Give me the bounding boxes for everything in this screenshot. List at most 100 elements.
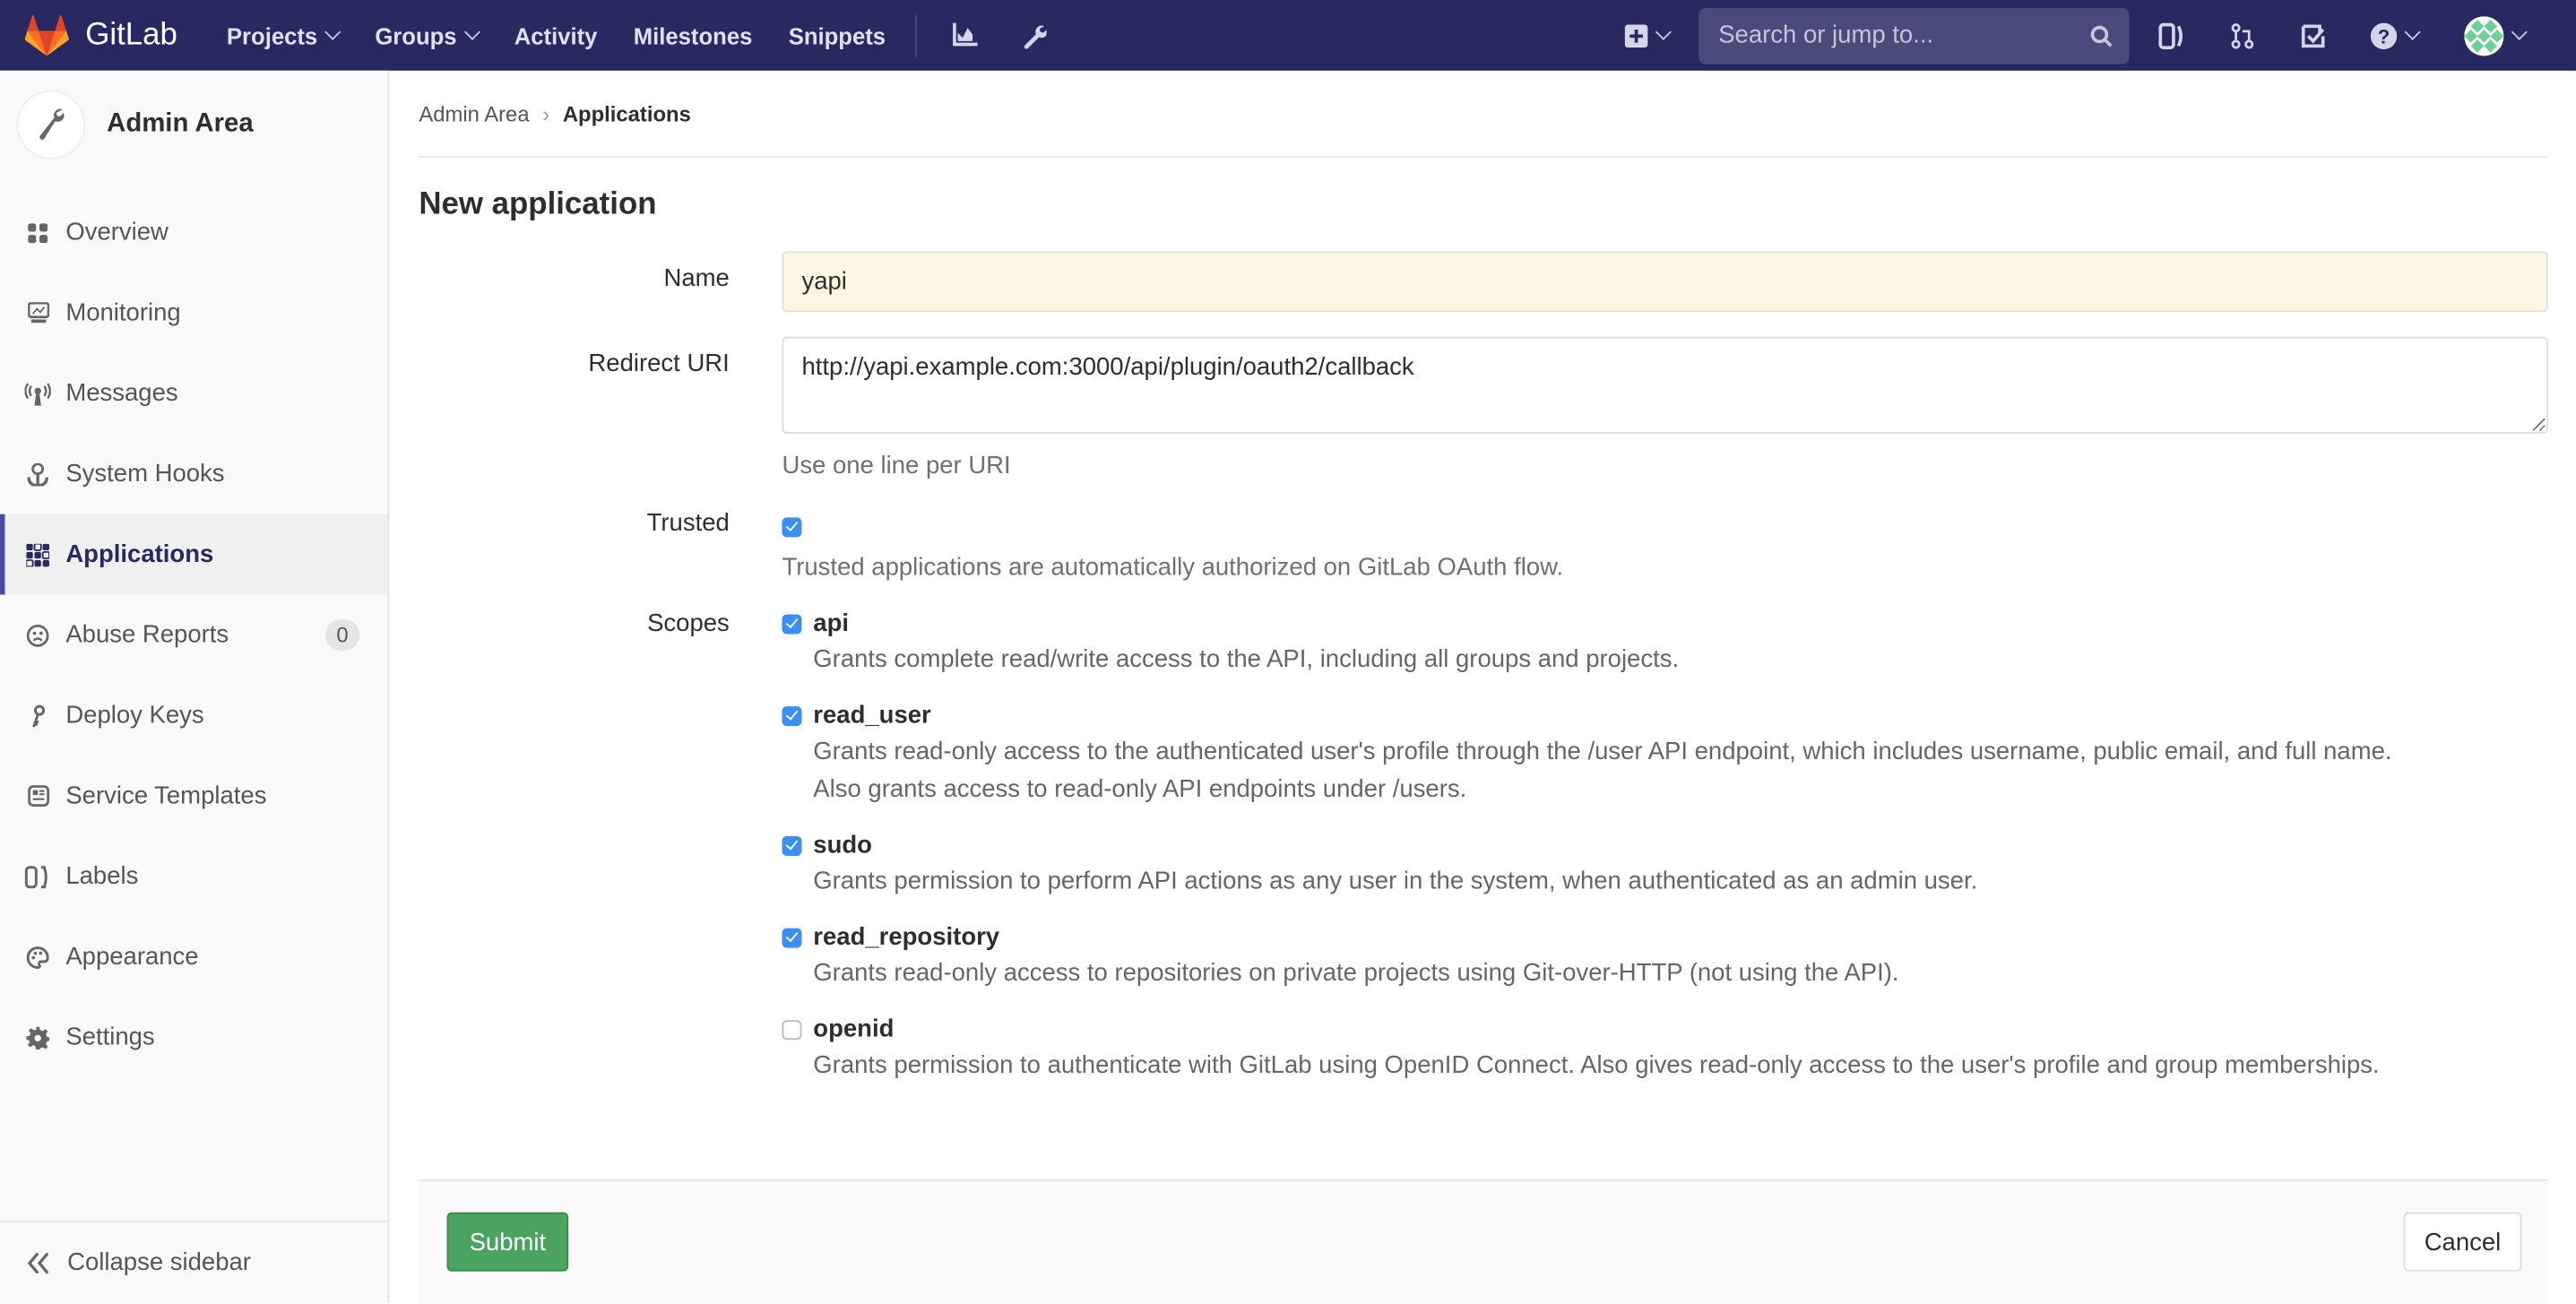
redirect-uri-textarea[interactable]: http://yapi.example.com:3000/api/plugin/… bbox=[782, 336, 2548, 434]
search-input[interactable] bbox=[1715, 19, 2067, 51]
scope-read-user: read_user Grants read-only access to the… bbox=[782, 702, 2547, 808]
monitor-icon bbox=[24, 300, 50, 326]
nav-groups-label: Groups bbox=[375, 22, 457, 49]
scope-openid: openid Grants permission to authenticate… bbox=[782, 1015, 2547, 1084]
main-content: Admin Area › Applications New applicatio… bbox=[419, 71, 2548, 1084]
scopes-list: api Grants complete read/write access to… bbox=[782, 609, 2547, 1084]
nav-right: ? bbox=[1624, 0, 2576, 71]
sidebar-item-abuse-reports[interactable]: Abuse Reports 0 bbox=[0, 595, 388, 676]
page: GitLab Projects Groups Activity Mileston… bbox=[0, 0, 2576, 1304]
breadcrumb-admin-area[interactable]: Admin Area bbox=[419, 101, 529, 125]
key-icon bbox=[24, 703, 50, 729]
nav-projects-label: Projects bbox=[226, 22, 318, 49]
hook-icon bbox=[24, 461, 50, 487]
sidebar-item-labels[interactable]: Labels bbox=[0, 836, 388, 917]
help-dropdown[interactable]: ? bbox=[2370, 21, 2424, 50]
wrench-icon[interactable] bbox=[1019, 21, 1049, 50]
brand-name: GitLab bbox=[85, 17, 177, 52]
chevron-down-icon bbox=[2511, 23, 2528, 40]
nav-divider bbox=[915, 13, 917, 57]
submit-button[interactable]: Submit bbox=[446, 1212, 569, 1272]
trusted-checkbox[interactable] bbox=[782, 516, 802, 537]
chevron-down-icon bbox=[324, 23, 341, 40]
broadcast-icon bbox=[24, 380, 51, 406]
nav-activity[interactable]: Activity bbox=[514, 22, 598, 48]
cancel-button[interactable]: Cancel bbox=[2403, 1212, 2522, 1272]
breadcrumb-chevron-icon: › bbox=[542, 100, 550, 126]
svg-text:?: ? bbox=[2378, 25, 2390, 47]
redirect-uri-help: Use one line per URI bbox=[782, 452, 1011, 480]
scope-checkbox[interactable] bbox=[782, 1019, 802, 1040]
scope-sudo: sudo Grants permission to perform API ac… bbox=[782, 831, 2547, 900]
scope-description: Grants read-only access to repositories … bbox=[813, 959, 1899, 988]
top-navbar: GitLab Projects Groups Activity Mileston… bbox=[0, 0, 2576, 71]
redirect-uri-row: Redirect URI http://yapi.example.com:300… bbox=[419, 336, 2548, 480]
applications-icon bbox=[24, 541, 50, 567]
gitlab-tanuki-icon bbox=[24, 14, 69, 56]
sidebar-item-label: Abuse Reports bbox=[65, 620, 229, 649]
double-chevron-left-icon bbox=[24, 1251, 50, 1274]
scope-read-repository: read_repository Grants read-only access … bbox=[782, 923, 2547, 992]
sidebar-item-appearance[interactable]: Appearance bbox=[0, 917, 388, 997]
redirect-uri-label: Redirect URI bbox=[588, 350, 730, 378]
issues-icon[interactable] bbox=[2158, 21, 2188, 50]
search-box[interactable] bbox=[1699, 7, 2130, 64]
scope-description-line: Also grants access to read-only API endp… bbox=[813, 775, 1467, 804]
sidebar-item-label: Monitoring bbox=[65, 298, 181, 327]
sidebar-item-label: Settings bbox=[65, 1023, 155, 1052]
sidebar-item-messages[interactable]: Messages bbox=[0, 353, 388, 434]
scopes-row: Scopes api Grants complete read/write ac… bbox=[419, 609, 2547, 1084]
gitlab-logo[interactable]: GitLab bbox=[24, 14, 177, 57]
nav-groups[interactable]: Groups bbox=[375, 22, 481, 49]
sidebar-item-overview[interactable]: Overview bbox=[0, 192, 388, 272]
scope-description: Grants permission to authenticate with G… bbox=[813, 1051, 2380, 1080]
chart-icon[interactable] bbox=[950, 21, 980, 50]
scope-name: read_repository bbox=[813, 923, 1000, 952]
scope-checkbox[interactable] bbox=[782, 927, 802, 947]
sidebar-item-service-templates[interactable]: Service Templates bbox=[0, 756, 388, 836]
form-actions: Submit Cancel bbox=[419, 1179, 2548, 1304]
scope-description: Grants complete read/write access to the… bbox=[813, 645, 1680, 674]
collapse-sidebar-button[interactable]: Collapse sidebar bbox=[0, 1220, 388, 1303]
scope-api: api Grants complete read/write access to… bbox=[782, 609, 2547, 678]
search-icon bbox=[2090, 24, 2113, 47]
scope-checkbox[interactable] bbox=[782, 613, 802, 634]
labels-icon bbox=[24, 863, 50, 889]
sidebar-item-deploy-keys[interactable]: Deploy Keys bbox=[0, 675, 388, 756]
sidebar: Admin Area Overview Monitoring Messages … bbox=[0, 70, 390, 1303]
palette-icon bbox=[24, 944, 50, 970]
nav-projects[interactable]: Projects bbox=[226, 22, 341, 49]
scope-checkbox[interactable] bbox=[782, 705, 802, 726]
breadcrumb-applications[interactable]: Applications bbox=[563, 101, 691, 125]
name-input[interactable] bbox=[782, 251, 2548, 313]
name-label: Name bbox=[663, 264, 730, 293]
sidebar-item-monitoring[interactable]: Monitoring bbox=[0, 272, 388, 353]
todos-icon[interactable] bbox=[2300, 21, 2330, 50]
sidebar-item-label: Overview bbox=[65, 218, 169, 246]
admin-wrench-icon bbox=[16, 90, 86, 160]
sidebar-title: Admin Area bbox=[107, 109, 254, 138]
sidebar-item-applications[interactable]: Applications bbox=[0, 514, 388, 595]
sidebar-header[interactable]: Admin Area bbox=[0, 71, 388, 179]
scope-description-line: Grants read-only access to the authentic… bbox=[813, 737, 2392, 766]
user-menu[interactable] bbox=[2464, 15, 2529, 56]
scope-name: api bbox=[813, 609, 850, 638]
nav-snippets[interactable]: Snippets bbox=[789, 22, 886, 48]
trusted-help: Trusted applications are automatically a… bbox=[782, 553, 1564, 582]
sidebar-item-label: Labels bbox=[65, 862, 139, 891]
nav-milestones[interactable]: Milestones bbox=[634, 22, 753, 48]
sidebar-item-system-hooks[interactable]: System Hooks bbox=[0, 434, 388, 514]
scope-checkbox[interactable] bbox=[782, 835, 802, 856]
collapse-sidebar-label: Collapse sidebar bbox=[67, 1248, 251, 1277]
scope-name: sudo bbox=[813, 831, 872, 859]
help-icon: ? bbox=[2370, 22, 2398, 49]
chevron-down-icon bbox=[1655, 23, 1672, 40]
sidebar-item-settings[interactable]: Settings bbox=[0, 997, 388, 1078]
sidebar-item-label: Applications bbox=[65, 540, 214, 569]
sidebar-item-label: Appearance bbox=[65, 943, 199, 972]
page-title: New application bbox=[419, 186, 657, 222]
avatar bbox=[2464, 15, 2504, 56]
trusted-row: Trusted Trusted applications are automat… bbox=[419, 509, 2547, 582]
merge-requests-icon[interactable] bbox=[2229, 21, 2259, 50]
new-item-dropdown[interactable] bbox=[1624, 23, 1672, 47]
